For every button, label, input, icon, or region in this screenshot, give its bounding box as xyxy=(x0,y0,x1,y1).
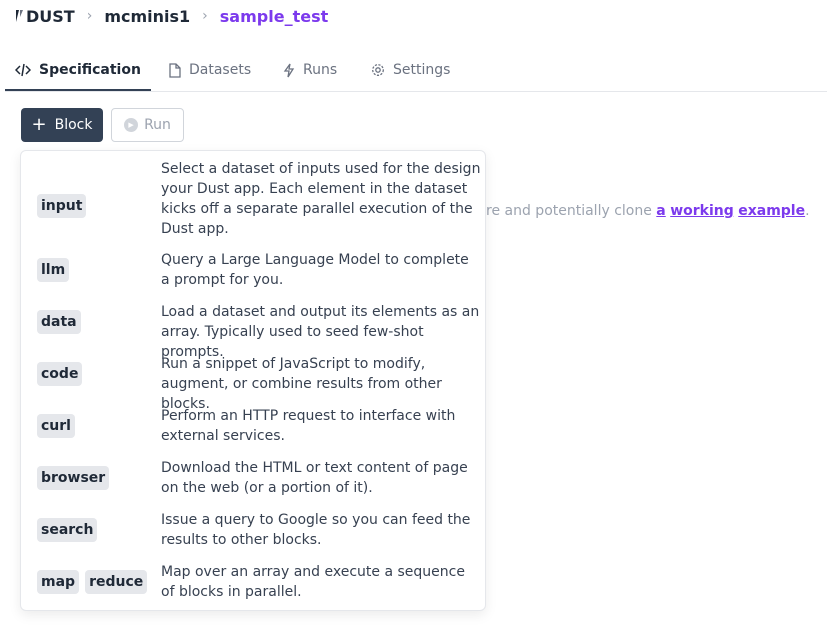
block-tag-browser: browser xyxy=(37,466,110,490)
block-tag-data: data xyxy=(37,310,81,334)
link-a[interactable]: a xyxy=(656,203,665,219)
dust-logo-icon xyxy=(16,10,23,22)
link-working[interactable]: working xyxy=(670,203,734,219)
menu-item-description: Load a dataset and output its elements a… xyxy=(161,304,480,360)
dust-logo[interactable]: DUST xyxy=(14,7,75,26)
tab-label: Settings xyxy=(393,62,451,78)
block-tag-input: input xyxy=(37,194,87,218)
menu-item-description: Map over an array and execute a sequence… xyxy=(161,564,465,600)
gear-icon xyxy=(372,64,384,76)
menu-item-description: Run a snippet of JavaScript to modify, a… xyxy=(161,356,442,412)
tab-settings[interactable]: Settings xyxy=(371,50,450,90)
menu-item-curl[interactable]: curl Perform an HTTP request to interfac… xyxy=(21,406,485,450)
menu-item-search[interactable]: search Issue a query to Google so you ca… xyxy=(21,510,485,554)
plus-icon: + xyxy=(31,114,47,135)
add-block-label: Block xyxy=(54,117,93,133)
tab-label: Specification xyxy=(39,61,141,78)
bolt-icon xyxy=(283,63,295,77)
menu-item-input[interactable]: input Select a dataset of inputs used fo… xyxy=(21,158,485,238)
menu-item-map-reduce[interactable]: map reduce Map over an array and execute… xyxy=(21,562,485,606)
menu-item-llm[interactable]: llm Query a Large Language Model to comp… xyxy=(21,250,485,294)
intro-trailing: . xyxy=(805,203,810,219)
intro-text: re and potentially clone a working examp… xyxy=(486,203,810,219)
block-tag-reduce: reduce xyxy=(85,570,148,594)
tab-datasets[interactable]: Datasets xyxy=(169,50,251,90)
menu-item-code[interactable]: code Run a snippet of JavaScript to modi… xyxy=(21,354,485,412)
run-label: Run xyxy=(144,117,171,133)
link-example[interactable]: example xyxy=(738,203,805,219)
document-icon xyxy=(169,62,181,78)
run-button[interactable]: ▶ Run xyxy=(111,108,184,142)
tab-specification[interactable]: Specification xyxy=(5,50,151,91)
menu-item-description: Query a Large Language Model to complete… xyxy=(161,252,469,288)
tab-label: Runs xyxy=(303,62,338,78)
menu-item-description: Issue a query to Google so you can feed … xyxy=(161,512,471,548)
logo-text: DUST xyxy=(26,6,75,26)
block-tag-code: code xyxy=(37,362,83,386)
chevron-right-icon: › xyxy=(86,8,93,24)
menu-item-data[interactable]: data Load a dataset and output its eleme… xyxy=(21,302,485,360)
intro-text-body: re and potentially clone xyxy=(486,203,652,219)
breadcrumb-app[interactable]: sample_test xyxy=(220,7,328,26)
menu-item-browser[interactable]: browser Download the HTML or text conten… xyxy=(21,458,485,502)
tab-bar: Specification Datasets Runs Settings xyxy=(5,50,827,92)
block-tag-map: map xyxy=(37,570,80,594)
block-tag-llm: llm xyxy=(37,258,70,282)
tab-label: Datasets xyxy=(189,62,252,78)
block-tag-search: search xyxy=(37,518,98,542)
block-tag-curl: curl xyxy=(37,414,75,438)
code-icon xyxy=(15,63,32,76)
play-icon: ▶ xyxy=(124,118,139,132)
menu-item-description: Select a dataset of inputs used for the … xyxy=(161,161,481,237)
add-block-button[interactable]: + Block xyxy=(21,108,103,142)
chevron-right-icon: › xyxy=(202,8,208,24)
tab-runs[interactable]: Runs xyxy=(283,50,337,90)
menu-item-description: Perform an HTTP request to interface wit… xyxy=(161,408,456,444)
menu-item-description: Download the HTML or text content of pag… xyxy=(161,460,468,496)
breadcrumb: DUST › mcminis1 › sample_test xyxy=(14,5,328,27)
block-type-menu: input Select a dataset of inputs used fo… xyxy=(20,150,486,611)
breadcrumb-user[interactable]: mcminis1 xyxy=(104,7,190,26)
